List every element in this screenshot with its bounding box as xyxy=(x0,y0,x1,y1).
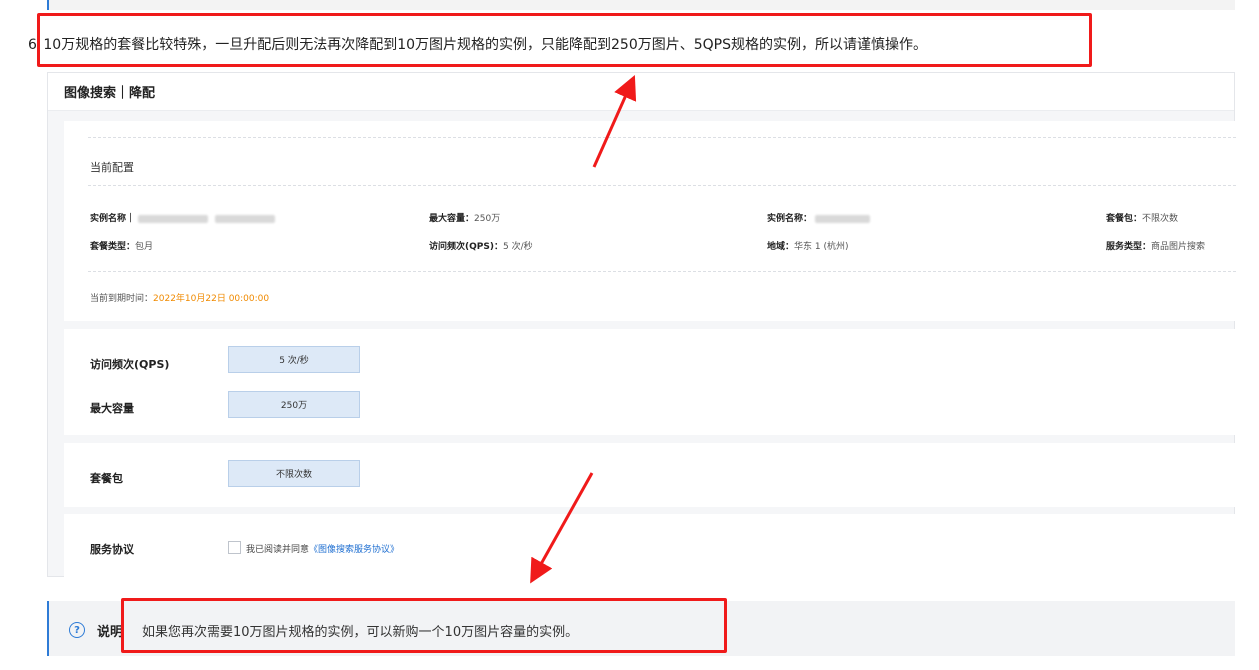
current-config-title: 当前配置 xyxy=(90,161,134,174)
expire-row: 当前到期时间：2022年10月22日 00:00:00 xyxy=(90,294,270,304)
package-value: 不限次数 xyxy=(1142,214,1179,224)
capacity-option-button[interactable]: 250万 xyxy=(228,391,360,418)
current-config-card: 当前配置 实例名称｜ 最大容量：250万 实例名称： 套餐包：不限次数 套餐类型… xyxy=(64,121,1236,321)
downgrade-panel-screenshot: 图像搜索｜降配 当前配置 实例名称｜ 最大容量：250万 实例名称： 套餐包：不… xyxy=(47,72,1236,578)
plan-type-label: 套餐类型 xyxy=(90,242,127,252)
region-value: 华东 1 (杭州) xyxy=(794,242,849,252)
package-option-button[interactable]: 不限次数 xyxy=(228,460,360,487)
note-title: 说明 xyxy=(97,625,124,640)
instance-name-label: 实例名称 xyxy=(90,214,127,224)
redacted-value xyxy=(137,214,208,223)
expire-value: 2022年10月22日 00:00:00 xyxy=(153,294,270,304)
divider xyxy=(88,137,1236,138)
package-label: 套餐包 xyxy=(1106,214,1134,224)
previous-section-strip xyxy=(47,0,1235,10)
panel-title: 图像搜索｜降配 xyxy=(48,73,1234,111)
qps-capacity-card: 访问频次(QPS) 5 次/秒 最大容量 250万 xyxy=(64,329,1236,435)
qps-row: 访问频次(QPS)：5 次/秒 xyxy=(429,242,533,252)
divider xyxy=(88,271,1236,272)
agreement-link[interactable]: 《图像搜索服务协议》 xyxy=(309,545,399,555)
redacted-value xyxy=(214,214,275,223)
max-capacity-row: 最大容量：250万 xyxy=(429,214,501,224)
agreement-prefix: 我已阅读并同意 xyxy=(246,545,310,555)
region-label: 地域 xyxy=(767,242,786,252)
package-field-label: 套餐包 xyxy=(90,472,123,485)
qps-value: 5 次/秒 xyxy=(502,242,533,252)
expire-label: 当前到期时间 xyxy=(90,294,145,304)
package-card: 套餐包 不限次数 xyxy=(64,443,1236,507)
service-type-label: 服务类型 xyxy=(1106,242,1143,252)
question-circle-icon: ? xyxy=(69,622,85,638)
qps-field-label: 访问频次(QPS) xyxy=(90,358,170,371)
redacted-value xyxy=(814,214,870,223)
plan-type-value: 包月 xyxy=(135,242,154,252)
max-capacity-value: 250万 xyxy=(474,214,501,224)
qps-label: 访问频次(QPS) xyxy=(429,242,494,252)
max-capacity-label: 最大容量 xyxy=(429,214,466,224)
agreement-field-label: 服务协议 xyxy=(90,543,134,556)
capacity-field-label: 最大容量 xyxy=(90,402,134,415)
divider xyxy=(88,185,1236,186)
region-row: 地域：华东 1 (杭州) xyxy=(767,242,849,252)
service-type-row: 服务类型：商品图片搜索 xyxy=(1106,242,1206,252)
agreement-checkbox[interactable] xyxy=(228,541,241,554)
agreement-text: 我已阅读并同意《图像搜索服务协议》 xyxy=(246,542,399,555)
instance-id-label: 实例名称 xyxy=(767,214,804,224)
package-row: 套餐包：不限次数 xyxy=(1106,214,1179,224)
qps-option-button[interactable]: 5 次/秒 xyxy=(228,346,360,373)
note-text: 如果您再次需要10万图片规格的实例，可以新购一个10万图片容量的实例。 xyxy=(142,625,579,640)
step-number: 6 xyxy=(28,37,37,53)
instance-name-row: 实例名称｜ xyxy=(90,211,275,224)
service-type-value: 商品图片搜索 xyxy=(1151,242,1206,252)
instance-id-row: 实例名称： xyxy=(767,211,870,224)
note-box: ? 说明 如果您再次需要10万图片规格的实例，可以新购一个10万图片容量的实例。 xyxy=(47,601,1235,656)
step-6-text: 6 10万规格的套餐比较特殊，一旦升配后则无法再次降配到10万图片规格的实例，只… xyxy=(28,34,927,54)
plan-type-row: 套餐类型：包月 xyxy=(90,242,154,252)
step-description: 10万规格的套餐比较特殊，一旦升配后则无法再次降配到10万图片规格的实例，只能降… xyxy=(43,37,927,53)
agreement-card: 服务协议 我已阅读并同意《图像搜索服务协议》 xyxy=(64,514,1236,578)
